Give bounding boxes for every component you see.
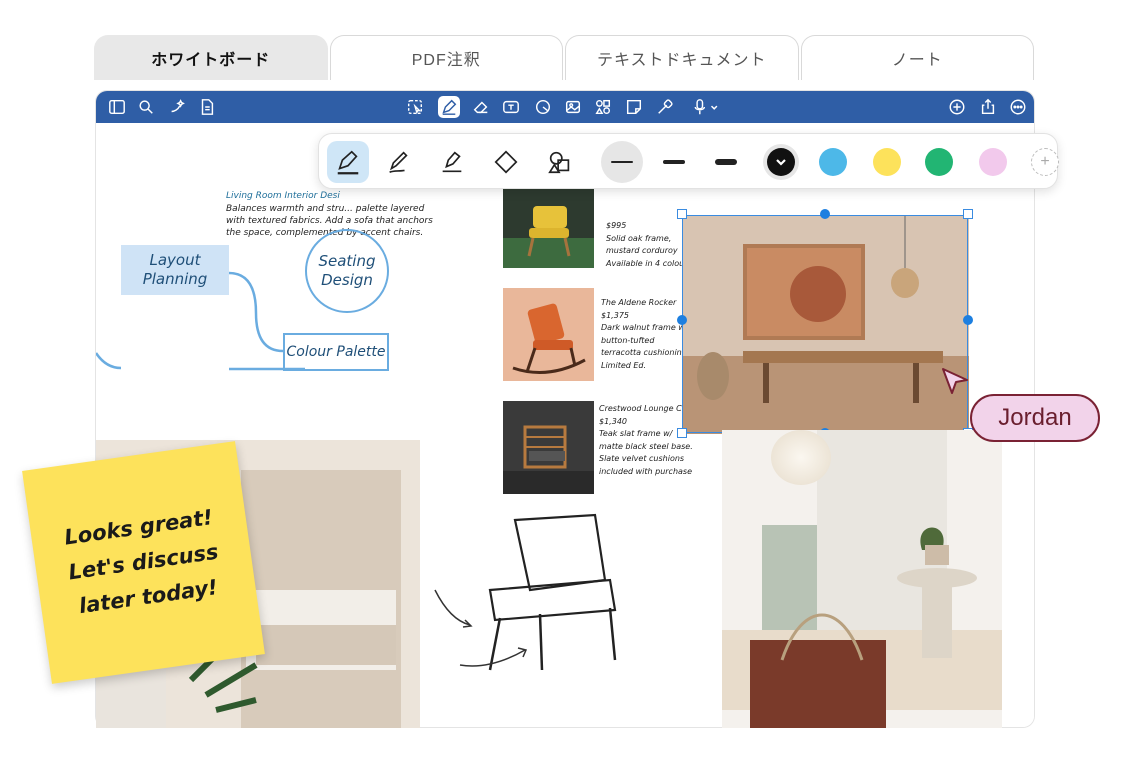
eraser-icon[interactable]: [470, 96, 492, 118]
ballpoint-pen-icon[interactable]: [377, 141, 419, 183]
note-line: Slate velvet cushions: [599, 454, 685, 463]
note-title: Living Room Interior Desi: [226, 191, 340, 201]
note-line: included with purchase: [599, 466, 693, 476]
page: ホワイトボード PDF注釈 テキストドキュメント ノート Living Room…: [0, 0, 1134, 770]
color-swatch-black[interactable]: [767, 148, 795, 176]
microphone-icon[interactable]: [690, 96, 724, 118]
chair-photo-yellow[interactable]: [503, 188, 594, 268]
mindmap-node-layout-planning[interactable]: Layout Planning: [121, 245, 229, 295]
node-label: Seating Design: [318, 252, 376, 289]
highlighter-icon[interactable]: [431, 141, 473, 183]
chair-photo-rocker[interactable]: [503, 288, 594, 381]
fountain-pen-icon[interactable]: [327, 141, 369, 183]
resize-handle-top-right[interactable]: [963, 209, 973, 219]
chair-sketch-drawing[interactable]: [430, 510, 680, 680]
laser-pointer-icon[interactable]: [654, 96, 676, 118]
tab-pdf-annotation[interactable]: PDF注釈: [329, 35, 563, 80]
thickness-thick-option[interactable]: [705, 141, 747, 183]
tab-whiteboard[interactable]: ホワイトボード: [94, 35, 328, 80]
sticky-note-icon[interactable]: [623, 96, 645, 118]
selection-frame: [682, 215, 968, 433]
node-label: Layout Planning: [142, 251, 208, 288]
tab-notes[interactable]: ノート: [800, 35, 1034, 80]
eraser-tool-icon[interactable]: [485, 141, 527, 183]
resize-handle-right[interactable]: [963, 315, 973, 325]
resize-handle-left[interactable]: [677, 315, 687, 325]
add-color-icon[interactable]: +: [1031, 148, 1059, 176]
mindmap-node-colour-palette[interactable]: Colour Palette: [283, 333, 389, 371]
moodboard-collage[interactable]: [722, 430, 1002, 728]
thickness-medium-option[interactable]: [653, 141, 695, 183]
tab-text-document[interactable]: テキストドキュメント: [565, 35, 799, 80]
thickness-thin-option[interactable]: [601, 141, 643, 183]
more-icon[interactable]: [1007, 96, 1029, 118]
sidebar-icon[interactable]: [106, 96, 128, 118]
sparkle-icon[interactable]: [166, 96, 188, 118]
search-icon[interactable]: [135, 96, 157, 118]
share-icon[interactable]: [977, 96, 999, 118]
chair-photo-lounge[interactable]: [503, 401, 594, 494]
elements-icon[interactable]: [592, 96, 614, 118]
top-toolbar: [96, 91, 1034, 123]
collaborator-cursor-icon: [942, 368, 968, 394]
shapes-icon[interactable]: [532, 96, 554, 118]
color-swatch-yellow[interactable]: [873, 148, 901, 176]
image-icon[interactable]: [562, 96, 584, 118]
color-swatch-pink[interactable]: [979, 148, 1007, 176]
textbox-icon[interactable]: [500, 96, 522, 118]
color-swatch-green[interactable]: [925, 148, 953, 176]
pendant-lamp-image: [771, 430, 831, 485]
note-line: matte black steel base.: [599, 441, 693, 451]
color-swatch-blue[interactable]: [819, 148, 847, 176]
collaborator-name-badge: Jordan: [970, 394, 1100, 442]
resize-handle-bottom-left[interactable]: [677, 428, 687, 438]
resize-handle-top-left[interactable]: [677, 209, 687, 219]
shape-tool-icon[interactable]: [539, 141, 581, 183]
mindmap-node-seating-design[interactable]: Seating Design: [305, 229, 389, 313]
mode-tabs: ホワイトボード PDF注釈 テキストドキュメント ノート: [94, 35, 1034, 80]
pen-icon[interactable]: [438, 96, 460, 118]
lasso-icon[interactable]: [404, 96, 426, 118]
pen-tools-bar: +: [318, 133, 1059, 189]
collaborator-name: Jordan: [998, 404, 1072, 431]
add-icon[interactable]: [946, 96, 968, 118]
document-icon[interactable]: [196, 96, 218, 118]
resize-handle-top[interactable]: [820, 209, 830, 219]
sticky-note[interactable]: Looks great! Let's discuss later today!: [22, 441, 265, 684]
sticky-note-text: Looks great! Let's discuss later today!: [61, 500, 225, 625]
node-label: Colour Palette: [286, 343, 386, 360]
